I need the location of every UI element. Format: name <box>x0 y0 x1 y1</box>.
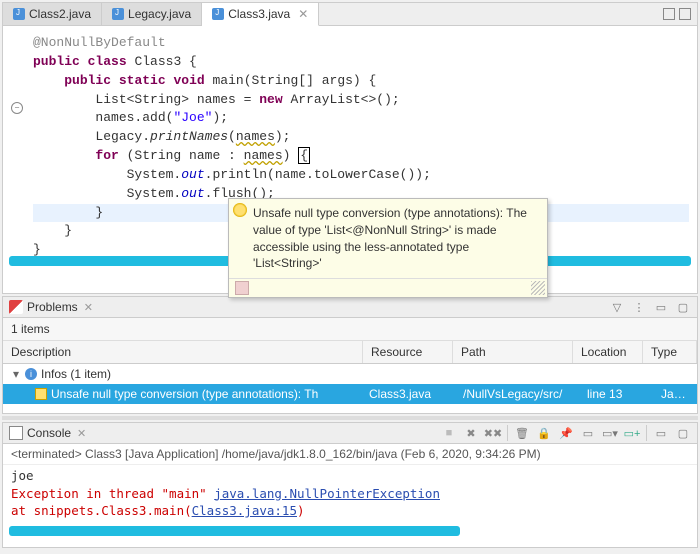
problems-group-infos[interactable]: ▾ i Infos (1 item) <box>3 364 697 384</box>
pin-console-icon[interactable]: 📌 <box>558 425 574 441</box>
tab-class3[interactable]: Class3.java ✕ <box>202 3 319 26</box>
warning-bulb-icon <box>35 388 47 400</box>
problem-location: line 13 <box>587 387 657 401</box>
console-output[interactable]: joe Exception in thread "main" java.lang… <box>3 465 697 526</box>
col-resource[interactable]: Resource <box>363 341 453 363</box>
java-file-icon <box>112 8 124 20</box>
col-path[interactable]: Path <box>453 341 573 363</box>
editor-window-controls <box>657 8 697 20</box>
problems-pane: Problems ✕ ▽ ⋮ ▭ ▢ 1 items Description R… <box>2 296 698 414</box>
editor-pane: Class2.java Legacy.java Class3.java ✕ − … <box>2 2 698 294</box>
expand-toggle-icon[interactable]: ▾ <box>11 367 21 381</box>
problems-title: Problems <box>27 300 78 314</box>
stacktrace-link[interactable]: java.lang.NullPointerException <box>214 486 440 501</box>
java-file-icon <box>13 8 25 20</box>
problems-table-header: Description Resource Path Location Type <box>3 341 697 364</box>
minimize-icon[interactable]: ▭ <box>653 299 669 315</box>
console-stderr-line: Exception in thread "main" java.lang.Nul… <box>11 485 689 503</box>
tab-label: Legacy.java <box>128 7 191 21</box>
minimize-icon[interactable] <box>663 8 675 20</box>
col-type[interactable]: Type <box>643 341 697 363</box>
info-icon: i <box>25 368 37 380</box>
console-stderr-line: at snippets.Class3.main(Class3.java:15) <box>11 502 689 520</box>
pane-splitter[interactable] <box>2 416 698 420</box>
resize-grip-icon[interactable] <box>531 281 545 295</box>
problems-item-row[interactable]: Unsafe null type conversion (type annota… <box>3 384 697 404</box>
close-icon[interactable]: ✕ <box>84 301 93 314</box>
maximize-icon[interactable] <box>679 8 691 20</box>
matching-brace: { <box>298 147 310 164</box>
code-annotation: @NonNullByDefault <box>33 35 166 50</box>
console-status: <terminated> Class3 [Java Application] /… <box>3 444 697 465</box>
problem-type: Java Pro <box>661 387 689 401</box>
tooltip-text: Unsafe null type conversion (type annota… <box>253 206 527 270</box>
warning-underline: names <box>236 129 275 144</box>
col-location[interactable]: Location <box>573 341 643 363</box>
maximize-icon[interactable]: ▢ <box>675 299 691 315</box>
close-icon[interactable]: ✕ <box>77 427 86 440</box>
tab-class2[interactable]: Class2.java <box>3 3 102 25</box>
tab-label: Class2.java <box>29 7 91 21</box>
console-stdout-line: joe <box>11 467 689 485</box>
console-header: Console ✕ ■ ✖ ✖✖ 🗑 🔒 📌 ▭ ▭▾ ▭+ ▭ ▢ <box>3 423 697 444</box>
console-pane: Console ✕ ■ ✖ ✖✖ 🗑 🔒 📌 ▭ ▭▾ ▭+ ▭ ▢ <term… <box>2 422 698 548</box>
view-menu-icon[interactable]: ⋮ <box>631 299 647 315</box>
problem-path: /NullVsLegacy/src/ <box>463 387 583 401</box>
problem-description: Unsafe null type conversion (type annota… <box>51 387 318 401</box>
console-title: Console <box>27 426 71 440</box>
col-description[interactable]: Description <box>3 341 363 363</box>
problems-header: Problems ✕ ▽ ⋮ ▭ ▢ <box>3 297 697 318</box>
new-console-icon[interactable]: ▭+ <box>624 425 640 441</box>
lightbulb-icon <box>233 203 247 217</box>
problems-toolbar: ▽ ⋮ ▭ ▢ <box>609 299 691 315</box>
problems-icon <box>9 300 23 314</box>
fold-toggle-icon[interactable]: − <box>11 102 23 114</box>
editor-tabbar: Class2.java Legacy.java Class3.java ✕ <box>3 3 697 26</box>
open-console-icon[interactable]: ▭▾ <box>602 425 618 441</box>
group-label: Infos (1 item) <box>41 367 111 381</box>
remove-all-icon[interactable]: ✖✖ <box>485 425 501 441</box>
stacktrace-link[interactable]: Class3.java:15 <box>192 503 297 518</box>
close-icon[interactable]: ✕ <box>298 7 308 21</box>
scroll-lock-icon[interactable]: 🔒 <box>536 425 552 441</box>
filter-icon[interactable]: ▽ <box>609 299 625 315</box>
problem-resource: Class3.java <box>369 387 459 401</box>
problems-summary: 1 items <box>3 318 697 341</box>
minimize-icon[interactable]: ▭ <box>653 425 669 441</box>
tab-legacy[interactable]: Legacy.java <box>102 3 202 25</box>
console-toolbar: ■ ✖ ✖✖ 🗑 🔒 📌 ▭ ▭▾ ▭+ ▭ ▢ <box>441 425 691 441</box>
console-icon <box>9 426 23 440</box>
display-selected-icon[interactable]: ▭ <box>580 425 596 441</box>
clear-console-icon[interactable]: 🗑 <box>514 425 530 441</box>
terminate-icon[interactable]: ■ <box>441 425 457 441</box>
java-file-icon <box>212 8 224 20</box>
remove-launch-icon[interactable]: ✖ <box>463 425 479 441</box>
warning-tooltip: Unsafe null type conversion (type annota… <box>228 198 548 298</box>
tab-label: Class3.java <box>228 7 290 21</box>
maximize-icon[interactable]: ▢ <box>675 425 691 441</box>
console-horizontal-scrollbar[interactable] <box>9 526 460 536</box>
tooltip-action-icon[interactable] <box>235 281 249 295</box>
